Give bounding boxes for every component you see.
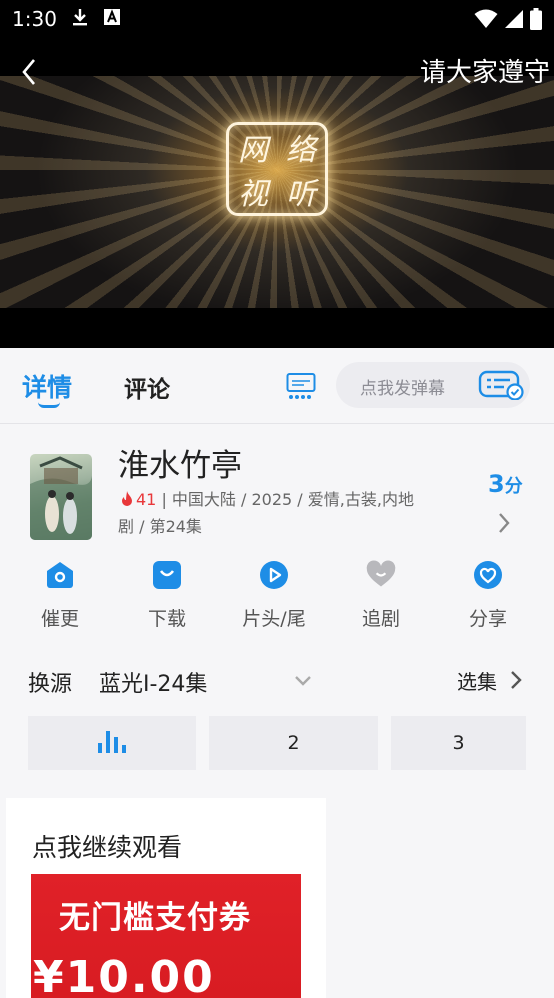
chevron-right-icon[interactable] xyxy=(510,670,522,694)
action-remind-update[interactable]: 催更 xyxy=(15,558,105,631)
video-player[interactable]: 网 络 视 听 1:30 请大家遵守 xyxy=(0,0,554,348)
tab-comment[interactable]: 评论 xyxy=(124,370,170,404)
score[interactable]: 3分 xyxy=(488,470,523,498)
a11y-icon xyxy=(103,8,121,31)
action-label: 分享 xyxy=(468,608,507,630)
source-label: 换源 xyxy=(28,672,73,697)
card-title: 点我继续观看 xyxy=(32,833,183,862)
tab-detail[interactable]: 详情 xyxy=(22,368,72,404)
play-icon xyxy=(259,560,289,590)
status-time: 1:30 xyxy=(12,7,57,31)
episode-2-button[interactable]: 2 xyxy=(209,716,378,770)
logo-glyph: 听 xyxy=(286,177,316,212)
download-bag-icon xyxy=(152,560,182,590)
home-icon xyxy=(45,560,75,590)
action-skip-intro[interactable]: 片头/尾 xyxy=(229,558,319,631)
ad-banner[interactable]: 无门槛支付券 ¥10.00 xyxy=(31,874,301,998)
action-label: 片头/尾 xyxy=(242,608,306,630)
chevron-down-icon[interactable] xyxy=(294,672,312,691)
back-button[interactable] xyxy=(14,54,44,90)
action-share[interactable]: 分享 xyxy=(443,558,533,631)
continue-watching-card[interactable]: 点我继续观看 无门槛支付券 ¥10.00 xyxy=(6,798,326,998)
action-download[interactable]: 下载 xyxy=(122,558,212,631)
tab-active-indicator xyxy=(38,402,60,408)
signal-icon xyxy=(504,9,524,33)
heart-icon xyxy=(366,560,396,590)
source-select[interactable]: 蓝光I-24集 xyxy=(99,666,207,698)
status-icons-right xyxy=(474,8,542,34)
logo-glyph: 网 xyxy=(238,133,268,168)
battery-icon xyxy=(530,8,542,34)
action-label: 催更 xyxy=(40,608,79,630)
chevron-left-icon xyxy=(22,59,35,85)
score-value: 3 xyxy=(488,470,505,498)
logo-glyph: 视 xyxy=(238,177,268,212)
video-title: 请大家遵守 xyxy=(419,58,550,88)
share-heart-icon xyxy=(473,560,503,590)
episode-picker-button[interactable]: 选集 xyxy=(457,666,497,695)
action-row: 催更 下载 片头/尾 追剧 分享 xyxy=(0,558,554,638)
action-label: 追剧 xyxy=(361,608,400,630)
tv-screen-icon[interactable] xyxy=(286,372,316,404)
meta-line-1: | 中国大陆 / 2025 / 爱情,古装,内地 xyxy=(156,490,414,509)
tab-bar: 详情 评论 点我发弹幕 xyxy=(0,348,554,424)
playing-bars-icon xyxy=(97,729,127,758)
ad-price: ¥10.00 xyxy=(33,952,215,998)
download-icon xyxy=(71,7,89,32)
action-label: 下载 xyxy=(147,608,186,630)
logo-glyph: 络 xyxy=(286,133,316,168)
hot-count: 41 xyxy=(136,490,157,509)
ad-text: 无门槛支付券 xyxy=(59,900,251,936)
danmu-settings-icon[interactable] xyxy=(478,370,524,404)
danmu-input[interactable]: 点我发弹幕 xyxy=(336,362,530,408)
danmu-placeholder: 点我发弹幕 xyxy=(360,379,445,399)
broadcast-logo: 网 络 视 听 xyxy=(226,122,328,216)
detail-chevron-icon[interactable] xyxy=(497,512,511,538)
action-follow[interactable]: 追剧 xyxy=(336,558,426,631)
show-meta: 41 | 中国大陆 / 2025 / 爱情,古装,内地 剧 / 第24集 xyxy=(118,486,468,540)
fire-icon xyxy=(118,490,136,509)
status-bar: 1:30 xyxy=(0,0,554,38)
meta-line-2: 剧 / 第24集 xyxy=(118,517,202,536)
episode-1-button[interactable] xyxy=(28,716,196,770)
score-unit: 分 xyxy=(504,476,523,497)
show-poster[interactable] xyxy=(30,454,92,540)
episode-3-button[interactable]: 3 xyxy=(391,716,526,770)
show-title: 淮水竹亭 xyxy=(118,448,242,484)
wifi-icon xyxy=(474,9,498,33)
